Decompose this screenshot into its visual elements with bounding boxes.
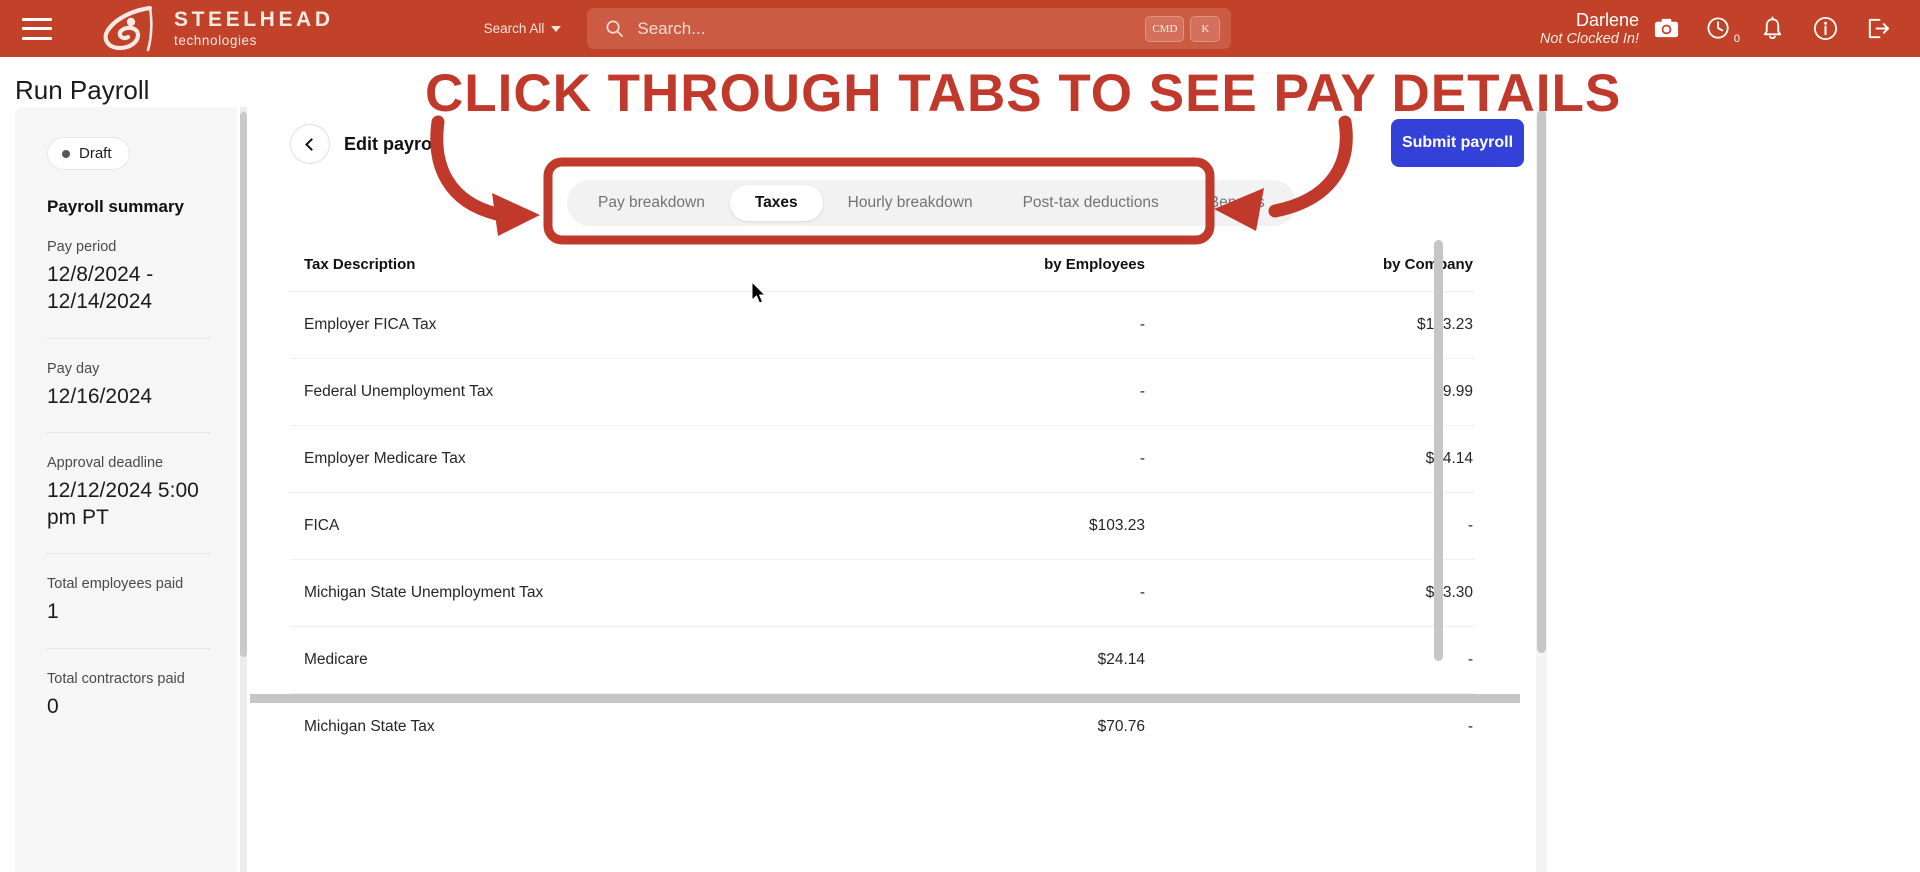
edit-payroll-row[interactable]: Edit payroll: [290, 124, 442, 164]
summary-panel-scrollbar-thumb[interactable]: [240, 112, 247, 657]
back-button[interactable]: [290, 124, 330, 164]
tab-pay-breakdown[interactable]: Pay breakdown: [573, 185, 730, 221]
payroll-detail-panel: Edit payroll Pay breakdown Taxes Hourly …: [250, 107, 1538, 872]
field-value: 12/8/2024 - 12/14/2024: [47, 263, 154, 314]
field-value: 12/16/2024: [47, 384, 153, 408]
summary-heading: Payroll summary: [47, 197, 185, 216]
cell-description: Employer Medicare Tax: [290, 425, 935, 493]
summary-field-pay-period: Pay period 12/8/2024 - 12/14/2024: [47, 217, 211, 316]
cell-by-employees: -: [935, 559, 1185, 627]
summary-field-total-employees-paid: Total employees paid 1: [47, 553, 211, 625]
cell-by-employees: -: [935, 358, 1185, 426]
brand-logo[interactable]: STEELHEAD technologies: [98, 5, 334, 52]
table-row: FICA $103.23 -: [290, 492, 1475, 560]
tab-post-tax-deductions[interactable]: Post-tax deductions: [998, 185, 1184, 221]
chevron-left-icon: [305, 137, 318, 151]
cell-by-company: $103.23: [1185, 291, 1475, 359]
user-clock-status: Not Clocked In!: [1539, 30, 1639, 47]
tab-taxes[interactable]: Taxes: [729, 185, 823, 221]
top-navigation-bar: STEELHEAD technologies Search All Search…: [0, 0, 1920, 57]
table-row: Employer Medicare Tax - $24.14: [290, 425, 1475, 493]
cell-by-company: $24.14: [1185, 425, 1475, 493]
status-badge: Draft: [47, 137, 130, 170]
kbd-cmd: CMD: [1145, 15, 1185, 42]
tab-hourly-breakdown[interactable]: Hourly breakdown: [823, 185, 998, 221]
cell-by-company: -: [1467, 718, 1473, 735]
table-row: Employer FICA Tax - $103.23: [290, 291, 1475, 359]
info-icon[interactable]: [1812, 15, 1839, 42]
user-name: Darlene: [1575, 9, 1639, 30]
brand-subtitle: technologies: [174, 33, 258, 49]
table-row: Federal Unemployment Tax - $9.99: [290, 358, 1475, 426]
submit-payroll-button[interactable]: Submit payroll: [1391, 119, 1524, 167]
table-vertical-scrollbar-thumb[interactable]: [1434, 240, 1443, 661]
bell-icon[interactable]: [1759, 15, 1786, 42]
cell-by-company: $33.30: [1185, 559, 1475, 627]
table-row: Medicare $24.14 -: [290, 626, 1475, 694]
cell-by-employees: $24.14: [935, 626, 1185, 694]
field-label: Pay period: [47, 239, 117, 255]
field-label: Total employees paid: [47, 576, 184, 593]
status-dot-icon: [62, 149, 70, 158]
cell-description: Michigan State Unemployment Tax: [290, 559, 935, 627]
taxes-table: Tax Description by Employees by Company …: [290, 242, 1475, 760]
search-icon: [606, 20, 624, 37]
tab-benefits[interactable]: Benefits: [1184, 185, 1290, 221]
clock-count-badge: 0: [1733, 33, 1740, 45]
page-title: Run Payroll: [15, 75, 150, 105]
field-label: Total contractors paid: [47, 670, 185, 687]
status-badge-label: Draft: [79, 145, 112, 162]
cell-by-employees: $103.23: [935, 492, 1185, 560]
cell-by-company: $9.99: [1185, 358, 1475, 426]
cell-description: Michigan State Tax: [304, 718, 435, 735]
cell-by-company: -: [1185, 492, 1475, 560]
payroll-tab-bar: Pay breakdown Taxes Hourly breakdown Pos…: [567, 180, 1296, 226]
summary-field-approval-deadline: Approval deadline 12/12/2024 5:00 pm PT: [47, 431, 211, 532]
cell-description: Employer FICA Tax: [290, 291, 935, 359]
global-search-input[interactable]: Search... CMD K: [587, 8, 1232, 49]
camera-icon[interactable]: [1653, 15, 1680, 42]
search-scope-label: Search All: [483, 21, 545, 36]
field-value: 0: [47, 694, 59, 718]
clock-icon[interactable]: 0: [1706, 15, 1740, 45]
search-scope-dropdown[interactable]: Search All: [484, 21, 562, 36]
cell-by-employees: -: [935, 291, 1185, 359]
taxes-table-container: Tax Description by Employees by Company …: [290, 242, 1488, 788]
table-horizontal-scrollbar-thumb[interactable]: [250, 694, 1520, 703]
topbar-icon-row: 0: [1653, 15, 1892, 45]
column-header-by-employees: by Employees: [935, 242, 1185, 292]
column-header-by-company: by Company: [1185, 242, 1475, 292]
user-info[interactable]: Darlene Not Clocked In!: [1540, 10, 1639, 47]
table-header-row: Tax Description by Employees by Company: [290, 242, 1475, 292]
table-row: Michigan State Unemployment Tax - $33.30: [290, 559, 1475, 627]
cell-by-company: -: [1185, 626, 1475, 694]
field-value: 12/12/2024 5:00 pm PT: [47, 478, 199, 530]
field-value: 1: [47, 600, 59, 624]
logout-icon[interactable]: [1865, 15, 1892, 42]
table-row: Michigan State Tax $70.76 -: [290, 694, 1475, 761]
kbd-k: K: [1190, 15, 1221, 42]
summary-field-total-contractors-paid: Total contractors paid 0: [47, 647, 211, 720]
column-header-tax-description: Tax Description: [290, 242, 935, 292]
chevron-down-icon: [551, 25, 562, 32]
field-label: Approval deadline: [47, 454, 164, 471]
page-vertical-scrollbar-thumb[interactable]: [1537, 110, 1546, 653]
cell-by-employees: $70.76: [1097, 718, 1145, 735]
field-label: Pay day: [47, 360, 100, 377]
payroll-summary-panel: Draft Payroll summary Pay period 12/8/20…: [15, 107, 237, 872]
cell-by-employees: -: [935, 425, 1185, 493]
cell-description: Medicare: [290, 626, 935, 694]
steelhead-logo-icon: [103, 5, 153, 51]
edit-payroll-label: Edit payroll: [344, 133, 443, 154]
search-shortcut-hint: CMD K: [1145, 15, 1221, 42]
hamburger-menu-icon[interactable]: [22, 17, 52, 40]
cell-description: FICA: [290, 492, 935, 560]
search-placeholder-text: Search...: [637, 18, 706, 38]
summary-field-pay-day: Pay day 12/16/2024: [47, 337, 211, 410]
cell-description: Federal Unemployment Tax: [290, 358, 935, 426]
brand-name: STEELHEAD: [174, 8, 334, 32]
